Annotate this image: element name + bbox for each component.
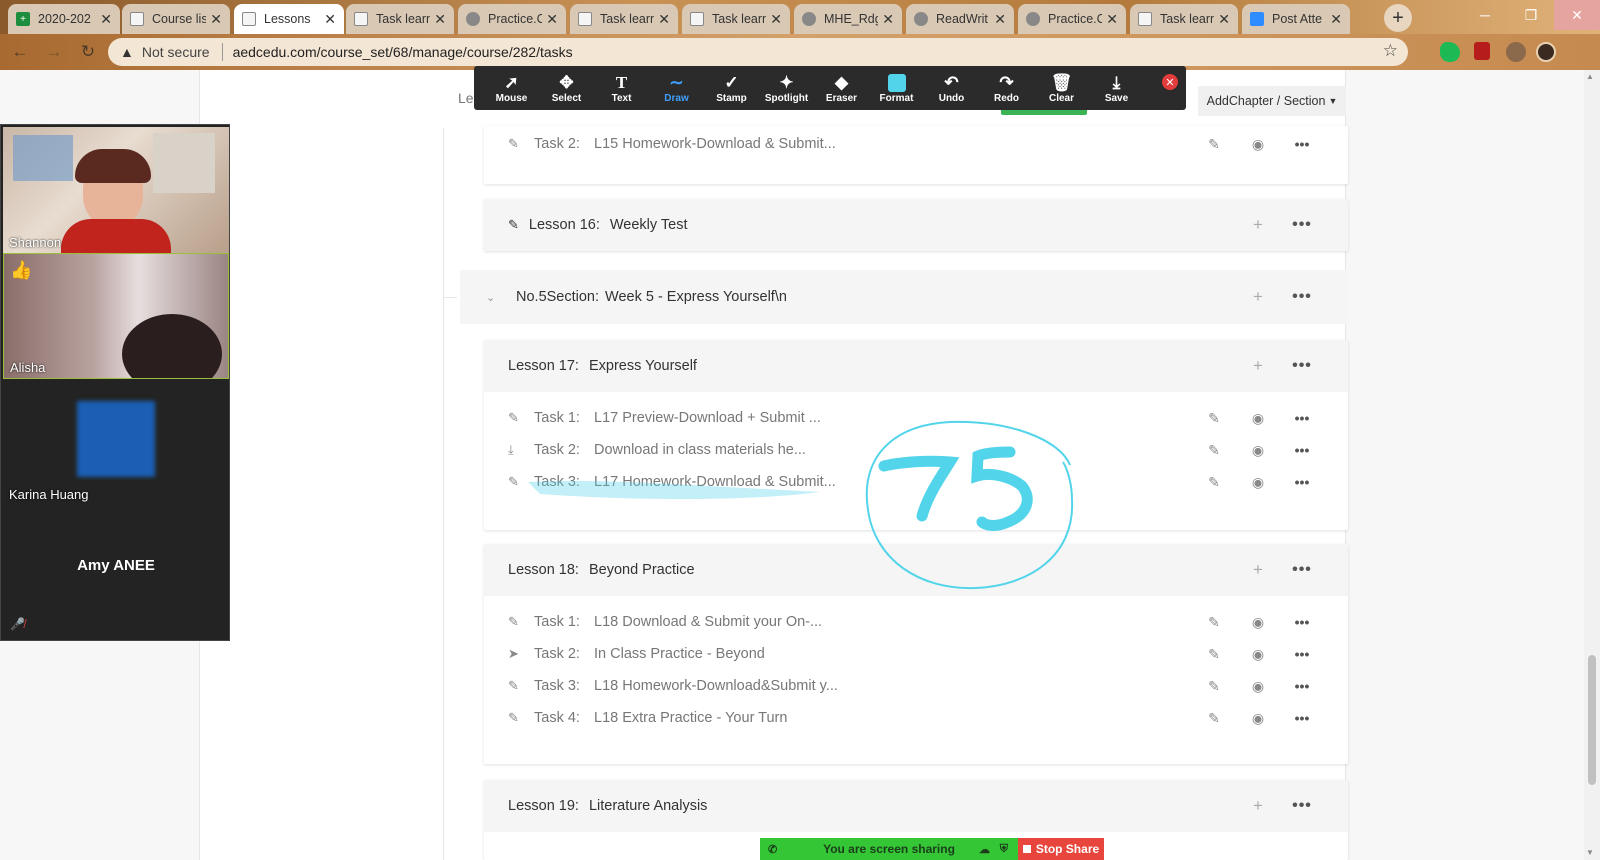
tool-draw[interactable]: ∼ Draw (649, 73, 704, 104)
tool-format[interactable]: Format (869, 73, 924, 104)
tool-stamp[interactable]: ✓ Stamp (704, 73, 759, 104)
annotation-drawing-layer (528, 420, 1074, 590)
wall-poster (153, 133, 215, 193)
drawn-seven (878, 455, 960, 522)
screen-share-status[interactable]: ✆ You are screen sharing ☁ ⛨ (760, 838, 1018, 860)
mouse-pointer-icon: ➚ (504, 72, 519, 92)
cloud-icon: ☁ (979, 843, 990, 856)
wall-poster (13, 135, 73, 181)
video-tile-karina[interactable]: Karina Huang (3, 379, 229, 505)
tool-redo[interactable]: ↷ Redo (979, 73, 1034, 104)
zoom-video-panel: Shannon 👍 Alisha Karina Huang Amy ANEE 🎤… (0, 124, 230, 641)
video-tile-amy[interactable]: Amy ANEE 🎤̸ (3, 505, 229, 639)
tool-spotlight[interactable]: ✦ Spotlight (759, 73, 814, 104)
participant-face (122, 314, 222, 378)
magic-wand-icon: ✦ (779, 72, 794, 92)
avatar (77, 401, 155, 477)
stop-square-icon (1022, 845, 1031, 853)
mic-muted-icon: 🎤̸ (10, 617, 25, 631)
video-tile-alisha[interactable]: 👍 Alisha (3, 253, 229, 379)
tool-select[interactable]: ✥ Select (539, 73, 594, 104)
squiggle-draw-icon: ∼ (669, 72, 684, 92)
tool-eraser[interactable]: ◆ Eraser (814, 73, 869, 104)
shield-icon: ⛨ (999, 842, 1008, 855)
tool-text[interactable]: T Text (594, 73, 649, 104)
participant-hair (75, 149, 151, 183)
drawn-circle (865, 420, 1074, 590)
text-icon: T (615, 72, 628, 92)
tool-clear[interactable]: 🗑 Clear (1034, 73, 1089, 104)
move-icon: ✥ (559, 72, 574, 92)
phone-icon: ✆ (768, 843, 778, 856)
annotation-toolbar: ➚ Mouse ✥ Select T Text ∼ Draw ✓ Stamp ✦… (474, 66, 1186, 110)
stop-share-button[interactable]: Stop Share (1018, 838, 1104, 860)
color-swatch-icon (887, 73, 906, 92)
redo-icon: ↷ (999, 72, 1014, 92)
checkmark-icon: ✓ (724, 72, 739, 92)
tool-mouse[interactable]: ➚ Mouse (484, 73, 539, 104)
highlight-stroke (528, 480, 820, 500)
undo-icon: ↶ (944, 72, 959, 92)
participant-shirt (61, 219, 171, 253)
video-tile-shannon[interactable]: Shannon (3, 127, 229, 253)
save-download-icon: ⤓ (1112, 72, 1121, 92)
screen-share-bar: ✆ You are screen sharing ☁ ⛨ Stop Share (760, 838, 1104, 860)
tool-undo[interactable]: ↶ Undo (924, 73, 979, 104)
trash-icon: 🗑 (1050, 72, 1073, 92)
tool-save[interactable]: ⤓ Save (1089, 73, 1144, 104)
drawn-five (971, 446, 1033, 531)
close-icon[interactable]: ✕ (1162, 74, 1178, 90)
thumbs-up-icon: 👍 (10, 260, 33, 280)
eraser-icon: ◆ (834, 72, 849, 92)
